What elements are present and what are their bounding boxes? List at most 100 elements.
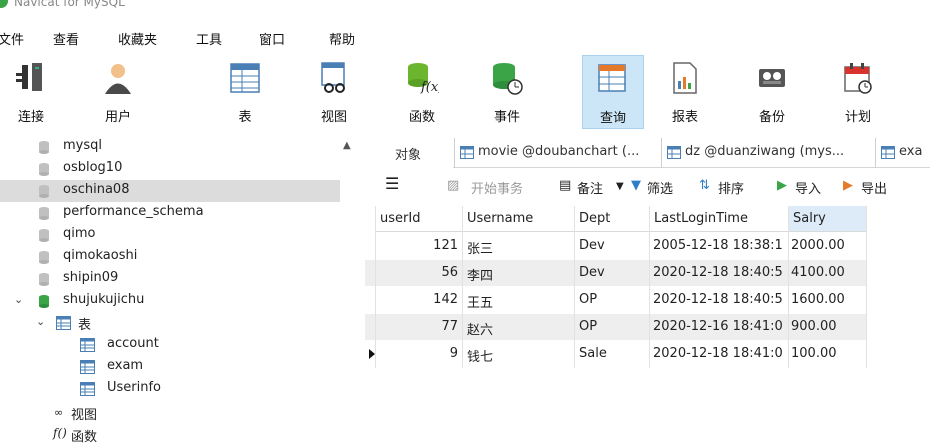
toolbar-backup-button[interactable]: 备份 (741, 55, 803, 129)
tree-item-database[interactable]: performance_schema (0, 202, 340, 224)
menu-window[interactable]: 窗口 (259, 29, 285, 48)
tree-item-label: shujukujichu (63, 292, 145, 307)
toolbar-function-button[interactable]: f(x) 函数 (391, 55, 453, 129)
tab-movie[interactable]: movie @doubanchart (... (454, 138, 659, 168)
tree-item-database-open[interactable]: ⌄ shujukujichu (0, 290, 340, 312)
data-toolbar: ☰ ▨ 开始事务 ▤ 备注 ▼ ▼ 筛选 ⇅ 排序 ▶ 导入 ▶ 导出 (365, 170, 930, 204)
toolbar-label: 查询 (599, 111, 626, 126)
cell-lastlogintime[interactable]: 2020-12-18 18:41:0 (653, 346, 787, 372)
column-header-label: userId (380, 211, 421, 226)
tree-item-database-selected[interactable]: oschina08 (0, 180, 340, 202)
chevron-down-icon[interactable]: ⌄ (14, 293, 23, 306)
column-header-username[interactable]: Username (463, 206, 574, 232)
toolbar-schedule-button[interactable]: 计划 (827, 55, 889, 129)
tree-group-tables[interactable]: ⌄ 表 (0, 312, 340, 334)
main-toolbar: 连接 用户 表 视图 f(x) 函数 (0, 55, 930, 129)
cell-salry[interactable]: 100.00 (791, 346, 837, 372)
toolbar-report-button[interactable]: 报表 (654, 55, 716, 129)
tree-item-label: shipin09 (63, 270, 119, 285)
app-logo-icon (0, 0, 8, 8)
tree-item-database[interactable]: qimo (0, 224, 340, 246)
menu-bar: 文件 查看 收藏夹 工具 窗口 帮助 (0, 26, 930, 48)
column-header-userid[interactable]: userId (376, 206, 462, 232)
tab-bar: 对象 movie @doubanchart (... exa dz @duanz… (365, 138, 930, 168)
toolbar-label: 计划 (844, 110, 871, 125)
cell-dept[interactable]: Sale (579, 346, 607, 372)
column-header-label: Dept (579, 211, 611, 226)
table-row[interactable]: 56 李四 Dev 2020-12-18 18:40:5 4100.00 (365, 260, 866, 286)
table-row[interactable]: 121 张三 Dev 2005-12-18 18:38:1 2000.00 (365, 233, 866, 259)
cell-username[interactable]: 钱七 (467, 346, 493, 372)
tree-item-database[interactable]: qimokaoshi (0, 246, 340, 268)
filter-button[interactable]: 筛选 (647, 178, 673, 197)
table-row-current[interactable]: 9 钱七 Sale 2020-12-18 18:41:0 100.00 (365, 341, 866, 367)
toolbar-view-button[interactable]: 视图 (303, 55, 365, 129)
tree-item-database[interactable]: shipin09 (0, 268, 340, 290)
menu-tools[interactable]: 工具 (196, 29, 222, 48)
column-header-label: Username (467, 211, 534, 226)
tree-item-database[interactable]: osblog10 (0, 158, 340, 180)
table-icon (230, 63, 260, 93)
tree-item-label: performance_schema (63, 204, 204, 219)
function-icon: f(x) (408, 63, 439, 95)
data-grid: userId Username Dept LastLoginTime Salry… (365, 206, 930, 443)
tab-dz[interactable]: dz @duanziwang (mys... (661, 138, 873, 168)
column-header-dept[interactable]: Dept (575, 206, 649, 232)
tree-item-label: mysql (63, 138, 102, 153)
function-icon: f() (53, 426, 67, 440)
table-icon (80, 338, 95, 352)
tree-item-table[interactable]: account (0, 334, 340, 356)
table-row[interactable]: 77 赵六 OP 2020-12-16 18:41:0 900.00 (365, 314, 866, 340)
view-glasses-icon: ∞ (54, 406, 64, 419)
toolbar-table-button[interactable]: 表 (214, 55, 276, 129)
tab-label: movie @doubanchart (... (478, 144, 640, 159)
toolbar-label: 用户 (104, 110, 131, 125)
column-header-lastlogintime[interactable]: LastLoginTime (650, 206, 788, 232)
tree-group-functions[interactable]: f() 函数 (0, 424, 340, 443)
toolbar-connection-button[interactable]: 连接 (0, 55, 62, 129)
menu-file[interactable]: 文件 (0, 29, 24, 48)
memo-button[interactable]: 备注 (577, 178, 603, 197)
begin-transaction-button[interactable]: 开始事务 (471, 178, 523, 197)
toolbar-label: 备份 (758, 110, 785, 125)
table-icon (56, 316, 71, 330)
tree-item-table[interactable]: Userinfo (0, 378, 340, 400)
tree-item-database[interactable]: mysql (0, 136, 340, 158)
tab-objects[interactable]: 对象 (365, 138, 453, 168)
table-icon (80, 382, 95, 396)
connection-tree: mysql osblog10 oschina08 performance_sch… (0, 136, 365, 443)
tree-item-label: account (107, 336, 159, 351)
hamburger-icon[interactable]: ☰ (385, 174, 399, 193)
table-icon (80, 360, 95, 374)
table-row[interactable]: 142 王五 OP 2020-12-18 18:40:5 1600.00 (365, 287, 866, 313)
tree-item-label: 函数 (71, 430, 98, 443)
column-divider (574, 206, 575, 368)
table-icon (460, 146, 474, 159)
menu-help[interactable]: 帮助 (329, 29, 355, 48)
filter-icon: ▼ (631, 178, 641, 193)
backup-icon (759, 69, 785, 87)
sort-button[interactable]: 排序 (718, 178, 744, 197)
tree-item-table[interactable]: exam (0, 356, 340, 378)
export-button[interactable]: 导出 (861, 178, 887, 197)
database-icon (39, 273, 49, 286)
toolbar-query-button[interactable]: 查询 (582, 55, 644, 129)
import-button[interactable]: 导入 (795, 178, 821, 197)
chevron-down-icon[interactable]: ▼ (616, 181, 624, 192)
cell-userid[interactable]: 9 (376, 346, 458, 372)
tree-item-label: osblog10 (63, 160, 123, 175)
tree-scroll-up-icon[interactable]: ▲ (343, 140, 351, 151)
column-header-salry[interactable]: Salry (789, 206, 866, 232)
tree-item-label: exam (107, 358, 144, 373)
tree-item-label: 表 (78, 318, 92, 333)
tree-group-views[interactable]: ∞ 视图 (0, 402, 340, 424)
toolbar-user-button[interactable]: 用户 (87, 55, 149, 129)
database-icon (39, 185, 49, 198)
menu-view[interactable]: 查看 (53, 29, 79, 48)
tab-exam[interactable]: exa (875, 138, 930, 168)
toolbar-event-button[interactable]: 事件 (476, 55, 538, 129)
menu-favorites[interactable]: 收藏夹 (118, 29, 157, 48)
chevron-down-icon[interactable]: ⌄ (36, 315, 45, 328)
view-icon (321, 62, 345, 93)
transaction-icon: ▨ (447, 178, 460, 193)
